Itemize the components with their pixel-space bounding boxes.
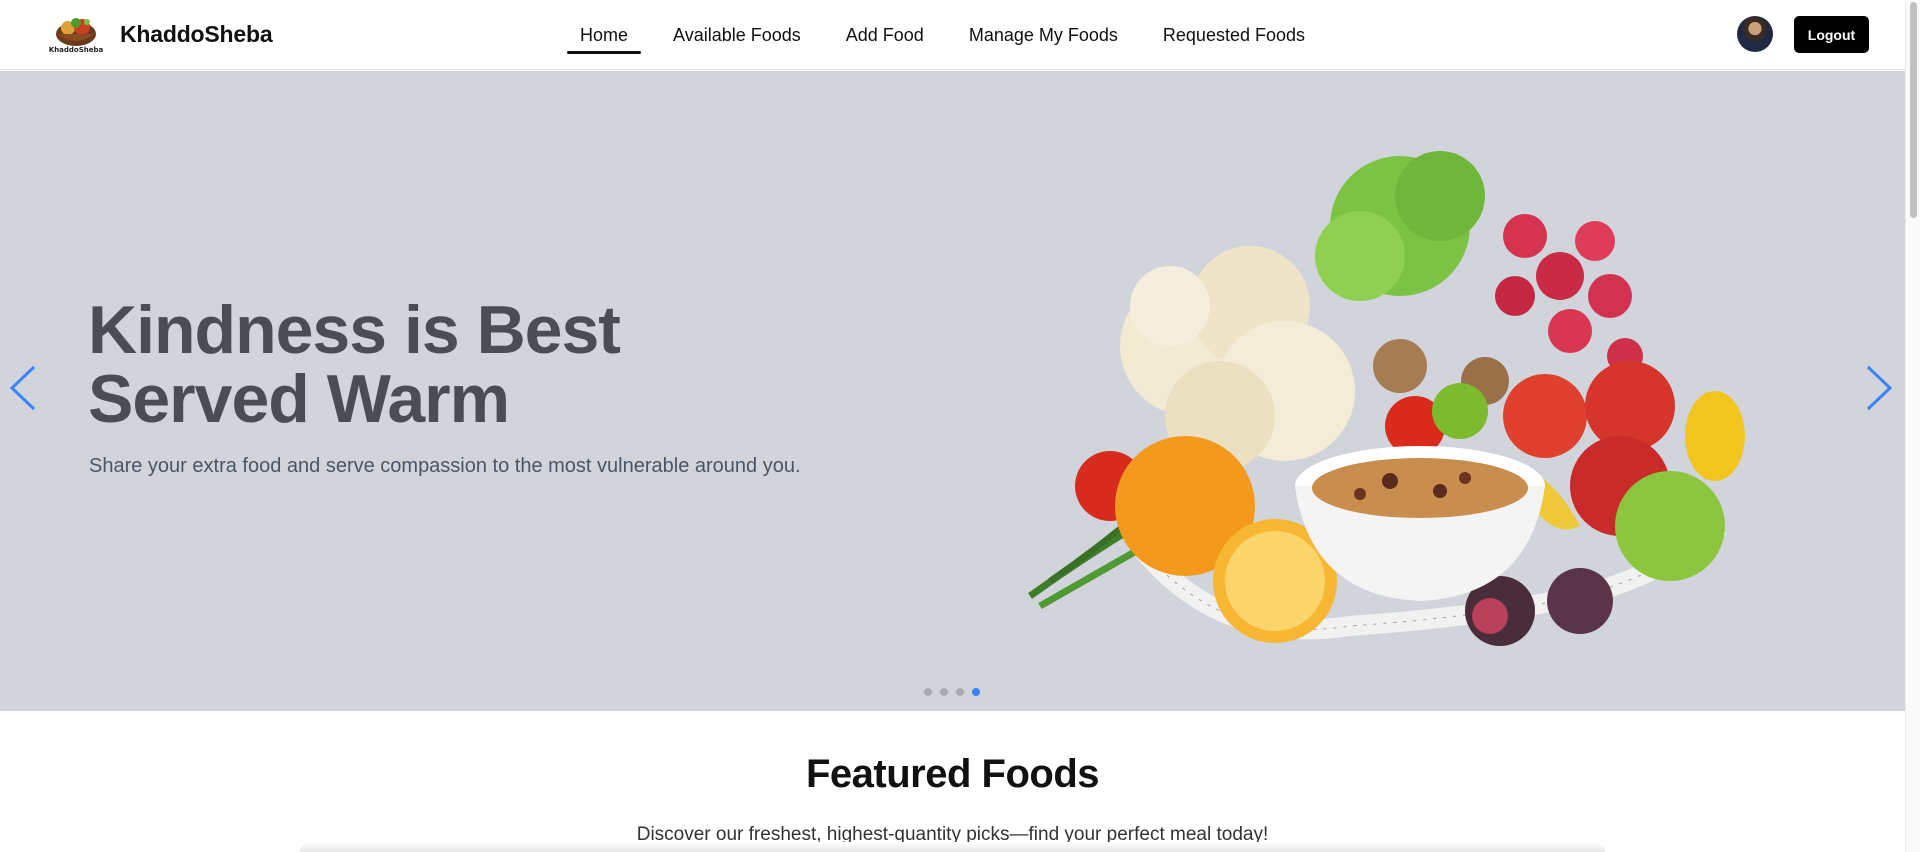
- carousel-dot-4[interactable]: [972, 688, 980, 696]
- hero-carousel: Kindness is Best Served Warm Share your …: [0, 71, 1905, 711]
- hero-title: Kindness is Best Served Warm: [88, 296, 788, 434]
- logo-text: KhaddoSheba: [48, 46, 104, 54]
- navbar: KhaddoSheba KhaddoSheba Home Available F…: [0, 0, 1905, 70]
- nav-add-food[interactable]: Add Food: [846, 0, 924, 70]
- nav-manage-my-foods[interactable]: Manage My Foods: [969, 0, 1118, 70]
- healthy-food-image: [1027, 151, 1745, 646]
- brand[interactable]: KhaddoSheba KhaddoSheba: [48, 14, 273, 54]
- hero-title-line2: Served Warm: [88, 361, 510, 437]
- carousel-dots: [924, 688, 988, 696]
- user-avatar[interactable]: [1737, 16, 1773, 52]
- nav-requested-foods[interactable]: Requested Foods: [1163, 0, 1305, 70]
- nav-available-foods[interactable]: Available Foods: [673, 0, 801, 70]
- brand-logo[interactable]: KhaddoSheba: [48, 14, 104, 54]
- carousel-dot-3[interactable]: [956, 688, 964, 696]
- nav-home[interactable]: Home: [567, 0, 642, 70]
- hero-subtitle: Share your extra food and serve compassi…: [89, 455, 801, 477]
- carousel-prev-arrow-icon[interactable]: [6, 361, 40, 415]
- scrollbar-thumb[interactable]: [1910, 2, 1917, 218]
- brand-name[interactable]: KhaddoSheba: [120, 21, 273, 48]
- page-scrollbar[interactable]: [1905, 0, 1920, 852]
- carousel-dot-2[interactable]: [940, 688, 948, 696]
- carousel-next-arrow-icon[interactable]: [1862, 361, 1896, 415]
- carousel-dot-1[interactable]: [924, 688, 932, 696]
- logo-bowl-icon: [56, 18, 96, 46]
- featured-card-strip: [300, 842, 1605, 852]
- hero-title-line1: Kindness is Best: [88, 292, 621, 368]
- nav-links: Home Available Foods Add Food Manage My …: [567, 0, 1350, 70]
- logout-button[interactable]: Logout: [1794, 16, 1869, 53]
- featured-title: Featured Foods: [805, 752, 1100, 796]
